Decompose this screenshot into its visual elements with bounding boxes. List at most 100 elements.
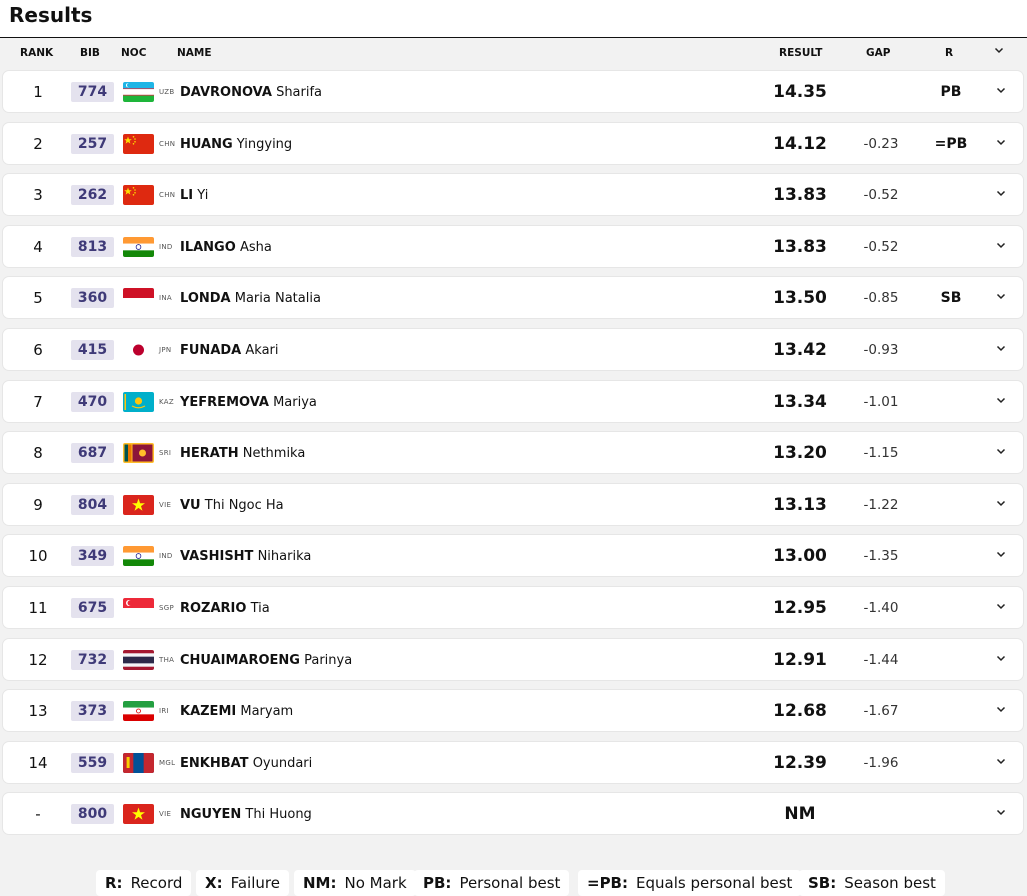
athlete-last-name: HUANG xyxy=(180,136,233,152)
gap-value: -1.35 xyxy=(863,548,899,565)
chevron-down-icon[interactable] xyxy=(991,123,1011,166)
noc-code: MGL xyxy=(159,758,176,767)
bib-badge: 813 xyxy=(71,236,114,257)
flag-vie-icon xyxy=(123,494,154,515)
athlete-name[interactable]: NGUYEN Thi Huong xyxy=(180,793,312,836)
athlete-name[interactable]: ROZARIO Tia xyxy=(180,587,270,630)
table-row[interactable]: 9 804 VIE VU Thi Ngoc Ha 13.13 -1.22 xyxy=(2,482,1024,527)
legend-label: No Mark xyxy=(344,874,407,892)
table-row[interactable]: 8 687 SRI HERATH Nethmika 13.20 -1.15 xyxy=(2,431,1024,475)
table-row[interactable]: 13 373 IRI KAZEMI Maryam 12.68 -1.67 xyxy=(2,689,1024,733)
athlete-name[interactable]: HERATH Nethmika xyxy=(180,432,305,475)
bib-badge: 687 xyxy=(71,443,114,464)
chevron-down-icon[interactable] xyxy=(991,277,1011,320)
rank-cell: 12 xyxy=(28,650,48,669)
gap-value: -1.15 xyxy=(863,445,899,462)
athlete-first-name: Niharika xyxy=(257,549,312,565)
column-header-noc: NOC xyxy=(121,47,147,59)
athlete-last-name: VU xyxy=(180,497,201,513)
chevron-down-icon[interactable] xyxy=(991,329,1011,372)
athlete-name[interactable]: VASHISHT Niharika xyxy=(180,535,311,578)
athlete-name[interactable]: VU Thi Ngoc Ha xyxy=(180,484,284,527)
athlete-last-name: YEFREMOVA xyxy=(180,394,269,410)
table-row[interactable]: 2 257 CHN HUANG Yingying 14.12 -0.23 =PB xyxy=(2,121,1024,166)
legend-item: SB: Season best xyxy=(799,870,945,896)
noc-code: KAZ xyxy=(159,397,174,406)
chevron-down-icon[interactable] xyxy=(991,742,1011,785)
chevron-down-icon[interactable] xyxy=(991,226,1011,269)
legend-item: R: Record xyxy=(96,870,192,896)
athlete-last-name: ILANGO xyxy=(180,239,236,255)
legend-key: =PB: xyxy=(587,874,628,892)
athlete-name[interactable]: ENKHBAT Oyundari xyxy=(180,742,312,785)
table-row[interactable]: 6 415 JPN FUNADA Akari 13.42 -0.93 xyxy=(2,328,1024,371)
record-badge xyxy=(921,690,981,733)
bib-badge: 732 xyxy=(71,649,114,670)
athlete-name[interactable]: YEFREMOVA Mariya xyxy=(180,381,317,424)
table-row[interactable]: 5 360 INA LONDA Maria Natalia 13.50 -0.85 SB xyxy=(2,276,1024,320)
chevron-down-icon[interactable] xyxy=(991,535,1011,578)
chevron-down-icon[interactable] xyxy=(991,381,1011,424)
record-badge: PB xyxy=(940,84,962,100)
table-row[interactable]: 4 813 IND ILANGO Asha 13.83 -0.52 xyxy=(2,224,1024,269)
athlete-first-name: Nethmika xyxy=(242,446,306,462)
legend-item: X: Failure xyxy=(196,870,289,896)
flag-mgl-icon xyxy=(123,752,154,773)
athlete-name[interactable]: ILANGO Asha xyxy=(180,226,272,269)
legend-label: Personal best xyxy=(459,874,561,892)
table-row[interactable]: 7 470 KAZ YEFREMOVA Mariya 13.34 -1.01 xyxy=(2,379,1024,424)
athlete-name[interactable]: HUANG Yingying xyxy=(180,123,292,166)
table-row[interactable]: 12 732 THA CHUAIMAROENG Parinya 12.91 -1.44 xyxy=(2,637,1024,682)
athlete-first-name: Yingying xyxy=(236,136,293,152)
athlete-name[interactable]: LONDA Maria Natalia xyxy=(180,277,321,320)
athlete-first-name: Oyundari xyxy=(252,755,313,771)
expand-all-chevron-down-icon[interactable] xyxy=(993,44,1005,59)
bib-badge: 800 xyxy=(71,804,114,825)
result-value: 12.68 xyxy=(773,701,827,722)
athlete-name[interactable]: DAVRONOVA Sharifa xyxy=(180,71,322,114)
chevron-down-icon[interactable] xyxy=(991,484,1011,527)
result-value: 13.13 xyxy=(773,494,827,515)
table-row[interactable]: - 800 VIE NGUYEN Thi Huong NM xyxy=(2,792,1024,836)
noc-code: IRI xyxy=(159,707,169,716)
chevron-down-icon[interactable] xyxy=(991,71,1011,114)
result-value: 13.00 xyxy=(773,546,827,567)
noc-code: UZB xyxy=(159,88,175,96)
athlete-name[interactable]: KAZEMI Maryam xyxy=(180,690,293,733)
chevron-down-icon[interactable] xyxy=(991,174,1011,217)
gap-value: -1.22 xyxy=(863,496,899,513)
athlete-last-name: LONDA xyxy=(180,291,231,307)
chevron-down-icon[interactable] xyxy=(991,690,1011,733)
athlete-name[interactable]: CHUAIMAROENG Parinya xyxy=(180,639,352,682)
column-header-record: R xyxy=(945,47,954,59)
record-badge xyxy=(921,742,981,785)
noc-code: IND xyxy=(159,552,173,561)
flag-ind-icon xyxy=(123,546,154,567)
chevron-down-icon[interactable] xyxy=(991,432,1011,475)
gap-value: -0.52 xyxy=(863,238,899,255)
table-row[interactable]: 1 774 UZB DAVRONOVA Sharifa 14.35 PB xyxy=(2,70,1024,113)
table-row[interactable]: 3 262 CHN LI Yi 13.83 -0.52 xyxy=(2,173,1024,217)
table-row[interactable]: 10 349 IND VASHISHT Niharika 13.00 -1.35 xyxy=(2,534,1024,578)
athlete-first-name: Thi Huong xyxy=(245,807,312,823)
rank-cell: 8 xyxy=(33,444,43,463)
chevron-down-icon[interactable] xyxy=(991,793,1011,836)
athlete-first-name: Thi Ngoc Ha xyxy=(204,497,284,513)
chevron-down-icon[interactable] xyxy=(991,587,1011,630)
column-header-rank: RANK xyxy=(20,47,54,59)
table-row[interactable]: 11 675 SGP ROZARIO Tia 12.95 -1.40 xyxy=(2,586,1024,629)
chevron-down-icon[interactable] xyxy=(991,639,1011,682)
bib-badge: 415 xyxy=(71,340,114,360)
flag-ina-icon xyxy=(123,288,154,309)
table-row[interactable]: 14 559 MGL ENKHBAT Oyundari 12.39 -1.96 xyxy=(2,740,1024,785)
athlete-name[interactable]: LI Yi xyxy=(180,174,208,217)
legend-label: Season best xyxy=(844,874,936,892)
athlete-name[interactable]: FUNADA Akari xyxy=(180,329,279,372)
bib-badge: 262 xyxy=(71,185,114,206)
column-header-result: RESULT xyxy=(779,47,823,59)
results-header-bar: Results xyxy=(0,0,1027,38)
rank-cell: - xyxy=(35,805,41,824)
bib-badge: 257 xyxy=(71,133,114,154)
noc-code: CHN xyxy=(159,191,176,200)
athlete-first-name: Sharifa xyxy=(276,85,323,100)
